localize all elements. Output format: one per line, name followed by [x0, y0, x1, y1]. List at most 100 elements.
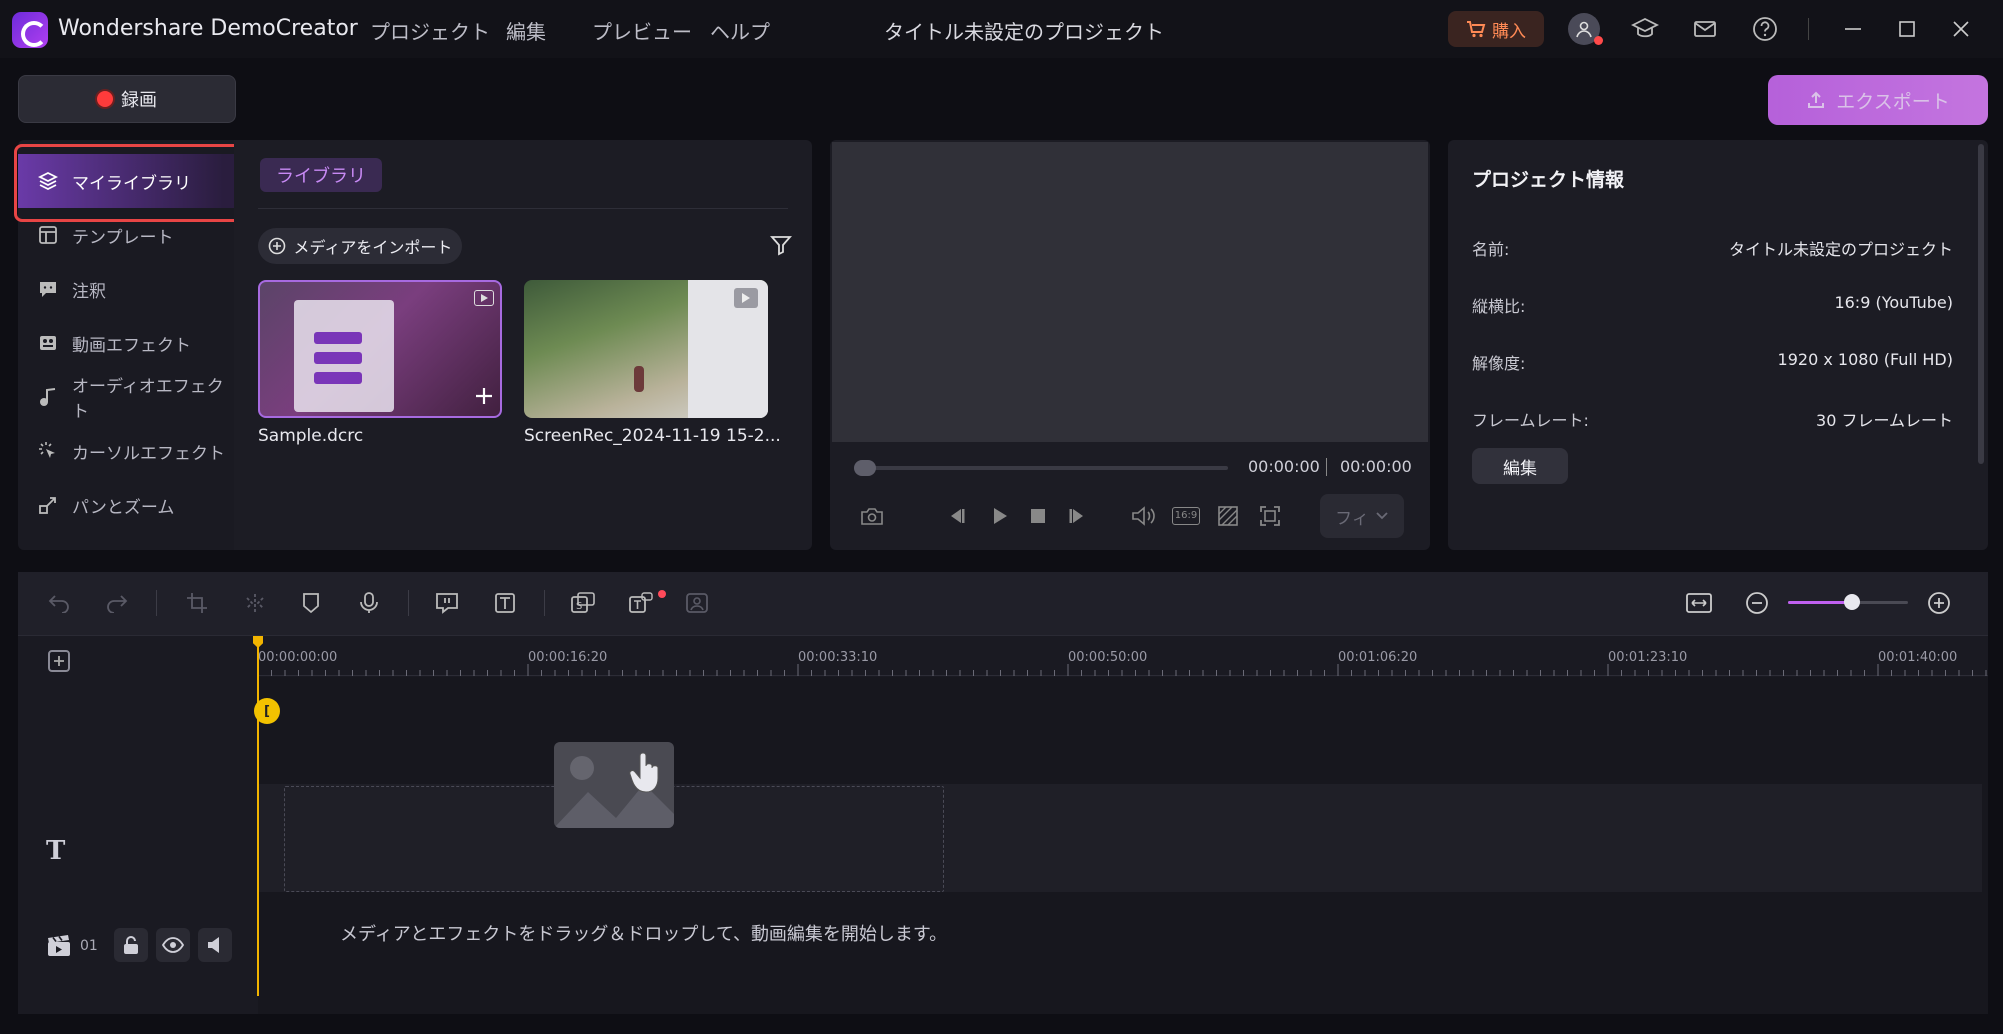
unlock-icon [124, 936, 138, 954]
caption-bubble-icon[interactable] [432, 588, 462, 618]
volume-icon[interactable] [1130, 502, 1158, 530]
video-effect-icon [38, 333, 58, 353]
info-scrollbar[interactable] [1978, 144, 1984, 464]
media-thumbnail[interactable] [524, 280, 768, 418]
sidebar-item-annotation[interactable]: 注釈 [18, 262, 234, 316]
fullscreen-icon[interactable] [1256, 502, 1284, 530]
undo-icon[interactable] [44, 588, 74, 618]
menu-project[interactable]: プロジェクト [370, 16, 490, 45]
crop-icon[interactable] [182, 588, 212, 618]
preview-scrub-handle[interactable] [854, 460, 876, 476]
virtual-avatar-icon[interactable] [682, 588, 712, 618]
buy-label: 購入 [1492, 21, 1526, 42]
close-icon[interactable] [1946, 14, 1976, 44]
project-info-panel [1448, 140, 1988, 550]
svg-text:S: S [576, 601, 582, 612]
info-label-aspect: 縦横比: [1472, 297, 1526, 316]
zoom-in-icon[interactable] [1924, 588, 1954, 618]
toolbar-separator [156, 590, 157, 616]
sidebar-item-label: テンプレート [72, 227, 174, 248]
project-title: タイトル未設定のプロジェクト [884, 20, 1164, 44]
user-icon [1576, 21, 1592, 38]
track-number: 01 [80, 938, 98, 954]
sidebar-item-cursor-effect[interactable]: カーソルエフェクト [18, 424, 234, 478]
clapperboard-icon [46, 934, 72, 958]
sidebar-item-label: パンとズーム [72, 497, 175, 518]
project-info-edit-button[interactable]: 編集 [1472, 448, 1568, 484]
video-badge-icon [474, 290, 494, 306]
maximize-icon[interactable] [1892, 14, 1922, 44]
buy-button[interactable]: 購入 [1448, 11, 1544, 47]
playhead-marker-icon[interactable]: [ [254, 698, 280, 724]
minimize-icon[interactable] [1838, 14, 1868, 44]
export-button[interactable]: エクスポート [1768, 75, 1988, 125]
tab-library[interactable]: ライブラリ [260, 158, 382, 192]
template-icon [38, 225, 58, 245]
track-lock-button[interactable] [114, 928, 148, 962]
split-icon[interactable] [240, 588, 270, 618]
add-track-button[interactable] [48, 650, 70, 672]
text-track-icon: T [46, 836, 66, 866]
sidebar-item-label: オーディオエフェクト [72, 377, 224, 422]
playhead[interactable] [257, 640, 259, 996]
graduation-cap-icon[interactable] [1630, 14, 1660, 44]
plus-icon [54, 656, 64, 666]
record-icon [97, 91, 113, 107]
preview-total-time: 00:00:00 [1340, 457, 1412, 476]
ruler-label: 00:00:33:10 [798, 650, 878, 665]
play-icon[interactable] [986, 502, 1014, 530]
fit-dropdown[interactable]: フィ [1320, 494, 1404, 538]
info-label-name: 名前: [1472, 240, 1510, 259]
next-frame-icon[interactable] [1064, 502, 1092, 530]
export-label: エクスポート [1836, 90, 1950, 113]
sidebar-item-label: 動画エフェクト [72, 335, 191, 356]
help-icon[interactable] [1750, 14, 1780, 44]
previous-frame-icon[interactable] [942, 502, 970, 530]
info-label-resolution: 解像度: [1472, 354, 1526, 373]
zoom-slider-handle[interactable] [1843, 594, 1860, 610]
ruler-label: 00:01:06:20 [1338, 650, 1418, 665]
redo-icon[interactable] [102, 588, 132, 618]
snapshot-camera-icon[interactable] [858, 502, 886, 530]
microphone-icon[interactable] [354, 588, 384, 618]
plus-circle-icon [268, 237, 286, 255]
fit-timeline-icon[interactable] [1684, 588, 1714, 618]
menu-help[interactable]: ヘルプ [710, 16, 770, 45]
background-pattern-icon[interactable] [1214, 502, 1242, 530]
stop-icon[interactable] [1024, 502, 1052, 530]
subtitle-s-icon[interactable]: S [568, 588, 598, 618]
menu-preview[interactable]: プレビュー [592, 16, 692, 45]
toolbar-separator [544, 590, 545, 616]
pan-zoom-icon [38, 495, 58, 515]
filter-icon[interactable] [770, 234, 792, 256]
add-to-timeline-icon[interactable] [474, 386, 494, 406]
sidebar-item-audio-effect[interactable]: オーディオエフェクト [18, 370, 234, 424]
text-box-icon[interactable] [490, 588, 520, 618]
record-label: 録画 [121, 90, 157, 111]
info-value-name: タイトル未設定のプロジェクト [1728, 240, 1953, 259]
menu-edit[interactable]: 編集 [506, 16, 546, 45]
preview-scrub-bar[interactable] [856, 466, 1228, 470]
import-media-button[interactable]: メディアをインポート [258, 228, 462, 264]
text-to-speech-icon[interactable] [626, 588, 656, 618]
zoom-out-icon[interactable] [1742, 588, 1772, 618]
thumbnail-document-preview [294, 300, 394, 412]
app-name: Wondershare DemoCreator [58, 16, 358, 41]
drop-hint-text: メディアとエフェクトをドラッグ＆ドロップして、動画編集を開始します。 [340, 924, 948, 945]
sidebar-item-video-effect[interactable]: 動画エフェクト [18, 316, 234, 370]
track-mute-button[interactable] [198, 928, 232, 962]
media-thumbnail[interactable] [258, 280, 502, 418]
record-button[interactable]: 録画 [18, 75, 236, 123]
track-visibility-button[interactable] [156, 928, 190, 962]
annotation-icon [38, 279, 58, 299]
marker-icon[interactable] [296, 588, 326, 618]
aspect-ratio-icon[interactable]: 16:9 [1171, 502, 1201, 530]
time-separator [1326, 458, 1327, 476]
info-value-aspect: 16:9 (YouTube) [1834, 293, 1953, 312]
video-badge-icon [734, 288, 758, 308]
mail-icon[interactable] [1690, 14, 1720, 44]
sidebar-item-pan-zoom[interactable]: パンとズーム [18, 478, 234, 532]
fit-dropdown-value: フィ [1335, 508, 1369, 529]
media-name: Sample.dcrc [258, 426, 364, 446]
preview-canvas [832, 142, 1428, 442]
